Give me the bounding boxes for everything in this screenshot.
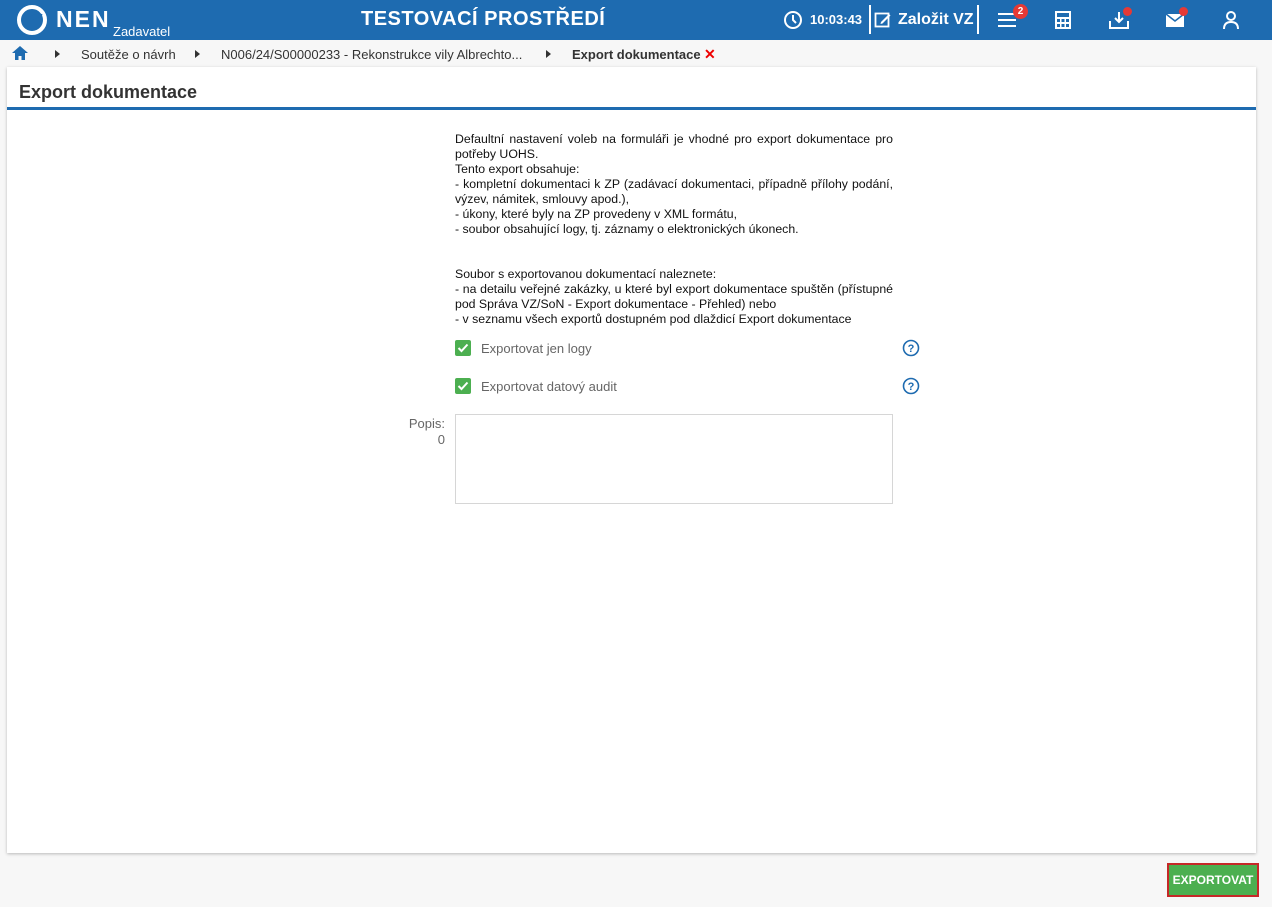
checkbox-label: Exportovat datový audit [481,378,617,394]
intro-line: - na detailu veřejné zakázky, u které by… [455,282,893,311]
checkbox-export-logs[interactable] [455,340,471,356]
checkbox-data-audit-row: Exportovat datový audit [455,377,617,395]
description-label: Popis: 0 [387,416,445,448]
main-card: Export dokumentace Defaultní nastavení v… [7,67,1256,853]
checkmark-icon [457,343,469,353]
top-bar: NEN Zadavatel TESTOVACÍ PROSTŘEDÍ 10:03:… [0,0,1272,40]
checkbox-label: Exportovat jen logy [481,340,592,356]
intro-text: Defaultní nastavení voleb na formuláři j… [455,132,893,327]
chevron-right-icon [55,50,60,58]
logo-text: NEN [56,6,111,32]
svg-text:?: ? [908,381,915,393]
chevron-right-icon [195,50,200,58]
svg-text:?: ? [908,343,915,355]
checkmark-icon [457,381,469,391]
intro-line: - kompletní dokumentaci k ZP (zadávací d… [455,177,893,206]
checkbox-data-audit[interactable] [455,378,471,394]
edit-icon [874,12,891,28]
title-underline [7,107,1256,110]
intro-line: Defaultní nastavení voleb na formuláři j… [455,132,893,161]
environment-title: TESTOVACÍ PROSTŘEDÍ [361,8,606,30]
help-icon[interactable]: ? [902,377,920,395]
intro-line: - úkony, které byly na ZP provedeny v XM… [455,207,738,221]
chevron-right-icon [546,50,551,58]
description-char-count: 0 [437,432,445,447]
export-button[interactable]: EXPORTOVAT [1167,863,1259,897]
breadcrumb-item[interactable]: N006/24/S00000233 - Rekonstrukce vily Al… [221,47,522,62]
divider [977,5,979,34]
divider [869,5,871,34]
create-vz-label: Založit VZ [898,11,974,28]
breadcrumb-item[interactable]: Soutěže o návrh [81,47,176,62]
description-label-text: Popis: [408,416,445,431]
calculator-icon[interactable] [1051,8,1075,32]
intro-line: Tento export obsahuje: [455,162,580,176]
notification-dot [1179,7,1188,16]
menu-badge: 2 [1013,4,1028,19]
home-icon[interactable] [12,46,28,60]
notification-dot [1123,7,1132,16]
nen-logo-icon[interactable] [16,4,48,36]
intro-line: - v seznamu všech exportů dostupném pod … [455,312,852,326]
create-vz-button[interactable]: Založit VZ [874,8,974,32]
checkbox-export-logs-row: Exportovat jen logy [455,339,592,357]
page-title: Export dokumentace [19,82,198,102]
description-textarea[interactable] [455,414,893,504]
intro-line: Soubor s exportovanou dokumentací nalezn… [455,267,717,281]
session-time: 10:03:43 [810,12,863,27]
close-tab-icon[interactable]: ✕ [704,46,716,63]
logo-subtitle: Zadavatel [113,24,171,39]
breadcrumb: Soutěže o návrh N006/24/S00000233 - Reko… [0,40,1272,67]
intro-line: - soubor obsahující logy, tj. záznamy o … [455,222,799,236]
help-icon[interactable]: ? [902,339,920,357]
clock-icon [784,11,802,29]
breadcrumb-current: Export dokumentace [572,47,701,62]
user-icon[interactable] [1219,8,1243,32]
